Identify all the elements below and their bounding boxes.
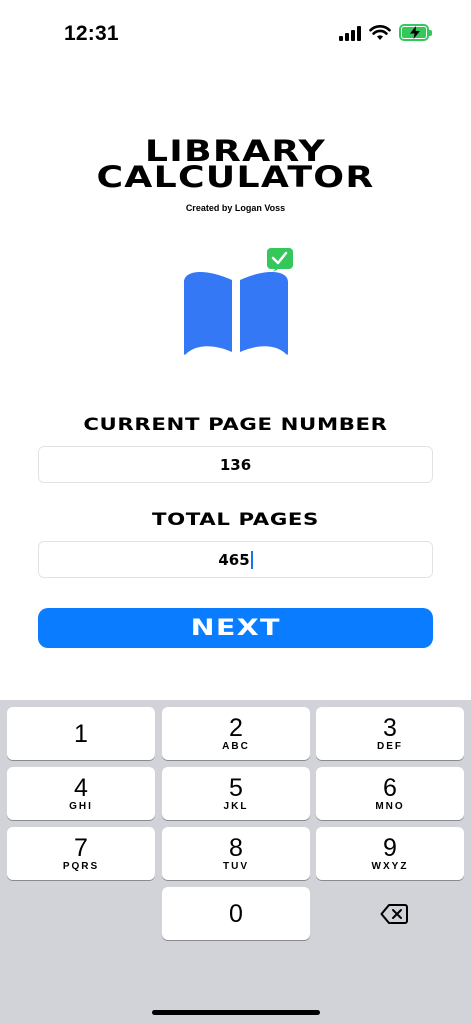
status-bar: 12:31 — [0, 0, 471, 70]
app-title: LIBRARY CALCULATOR — [0, 137, 471, 194]
next-button-label: NEXT — [190, 615, 281, 641]
wifi-icon — [369, 24, 391, 40]
key-digit: 3 — [383, 713, 397, 742]
text-cursor — [250, 550, 253, 569]
key-digit: 7 — [74, 833, 88, 862]
key-letters: JKL — [223, 800, 249, 812]
key-digit: 6 — [383, 773, 397, 802]
checkmark-badge-icon — [267, 248, 293, 272]
key-digit: 4 — [74, 773, 88, 802]
status-time: 12:31 — [64, 22, 119, 45]
app-subtitle: Created by Logan Voss — [185, 203, 286, 213]
cellular-signal-icon — [339, 25, 361, 41]
open-book-icon — [184, 248, 293, 355]
key-digit: 0 — [229, 899, 243, 928]
key-4[interactable]: 4 GHI — [7, 767, 155, 820]
key-letters: ABC — [222, 740, 250, 752]
key-8[interactable]: 8 TUV — [162, 827, 310, 880]
key-letters: TUV — [223, 860, 249, 872]
key-1[interactable]: 1 — [7, 707, 155, 760]
key-letters: WXYZ — [371, 860, 409, 872]
key-7[interactable]: 7 PQRS — [7, 827, 155, 880]
key-letters: MNO — [375, 800, 405, 812]
current-page-value: 136 — [219, 455, 252, 474]
app-title-line2: CALCULATOR — [96, 160, 375, 194]
key-6[interactable]: 6 MNO — [316, 767, 464, 820]
battery-charging-icon — [399, 24, 432, 41]
key-2[interactable]: 2 ABC — [162, 707, 310, 760]
key-9[interactable]: 9 WXYZ — [316, 827, 464, 880]
key-3[interactable]: 3 DEF — [316, 707, 464, 760]
total-pages-value: 465 — [218, 550, 250, 569]
key-letters: PQRS — [62, 860, 100, 872]
key-letters: DEF — [377, 740, 403, 752]
key-5[interactable]: 5 JKL — [162, 767, 310, 820]
key-0[interactable]: 0 — [162, 887, 310, 940]
backspace-icon[interactable] — [380, 903, 408, 925]
current-page-input[interactable]: 136 — [38, 446, 433, 483]
key-digit: 5 — [229, 773, 243, 802]
key-letters: GHI — [69, 800, 93, 812]
key-digit: 8 — [229, 833, 243, 862]
key-digit: 9 — [383, 833, 397, 862]
next-button[interactable]: NEXT — [38, 608, 433, 648]
status-icons — [339, 24, 432, 41]
key-digit: 1 — [74, 719, 88, 748]
total-pages-input[interactable]: 465 — [38, 541, 433, 578]
home-indicator — [152, 1010, 320, 1015]
total-pages-label: TOTAL PAGES — [151, 510, 319, 530]
key-digit: 2 — [229, 713, 243, 742]
current-page-label: CURRENT PAGE NUMBER — [83, 415, 388, 435]
